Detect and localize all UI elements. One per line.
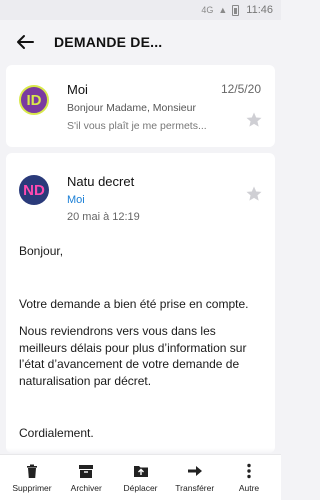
preview-line-1: Bonjour Madame, Monsieur (67, 102, 196, 114)
star-icon[interactable] (245, 185, 263, 203)
sender-avatar: ID (19, 85, 49, 115)
message-date: 12/5/20 (220, 82, 261, 96)
move-label: Déplacer (123, 482, 158, 493)
delete-label: Supprimer (12, 482, 52, 493)
status-time: 11:46 (246, 4, 273, 16)
more-label: Autre (238, 482, 260, 493)
sender-name: Moi (67, 82, 88, 97)
back-arrow-icon (17, 35, 34, 49)
status-bar: 4G ▲ 11:46 (0, 0, 281, 20)
move-button[interactable]: Déplacer (115, 455, 167, 500)
battery-icon (232, 4, 240, 16)
bottom-toolbar: Supprimer Archiver Déplacer Transférer A… (0, 454, 281, 500)
message-body: Bonjour, Votre demande a bien été prise … (19, 243, 261, 442)
sender-avatar: ND (19, 175, 49, 205)
message-summary-card[interactable]: ID Moi 12/5/20 Bonjour Madame, Monsieur … (6, 65, 275, 147)
recipient-link[interactable]: Moi (67, 194, 85, 206)
archive-icon (79, 464, 94, 478)
archive-button[interactable]: Archiver (60, 455, 112, 500)
message-date: 20 mai à 12:19 (67, 211, 140, 223)
trash-icon (27, 464, 37, 478)
app-bar: DEMANDE DE... (0, 20, 281, 64)
body-paragraph: Nous reviendrons vers vous dans les meil… (19, 324, 247, 388)
sender-name: Natu decret (67, 174, 135, 189)
forward-button[interactable]: Transférer (169, 455, 221, 500)
network-label: 4G (201, 5, 214, 15)
star-icon[interactable] (245, 111, 263, 129)
archive-label: Archiver (70, 482, 102, 493)
page-title: DEMANDE DE... (54, 34, 163, 50)
delete-button[interactable]: Supprimer (6, 455, 58, 500)
body-closing: Cordialement. (19, 426, 94, 440)
message-detail-card: ND Natu decret Moi 20 mai à 12:19 Bonjou… (6, 153, 275, 453)
signal-icon: ▲ (218, 5, 228, 15)
forward-label: Transférer (175, 482, 215, 493)
folder-move-icon (133, 465, 148, 477)
more-vertical-icon (247, 463, 251, 478)
back-button[interactable] (14, 31, 36, 53)
body-paragraph: Votre demande a bien été prise en compte… (19, 296, 249, 311)
preview-line-2: S'il vous plaît je me permets... (67, 120, 207, 132)
more-button[interactable]: Autre (223, 455, 275, 500)
forward-arrow-icon (187, 465, 202, 476)
body-greeting: Bonjour, (19, 244, 64, 258)
